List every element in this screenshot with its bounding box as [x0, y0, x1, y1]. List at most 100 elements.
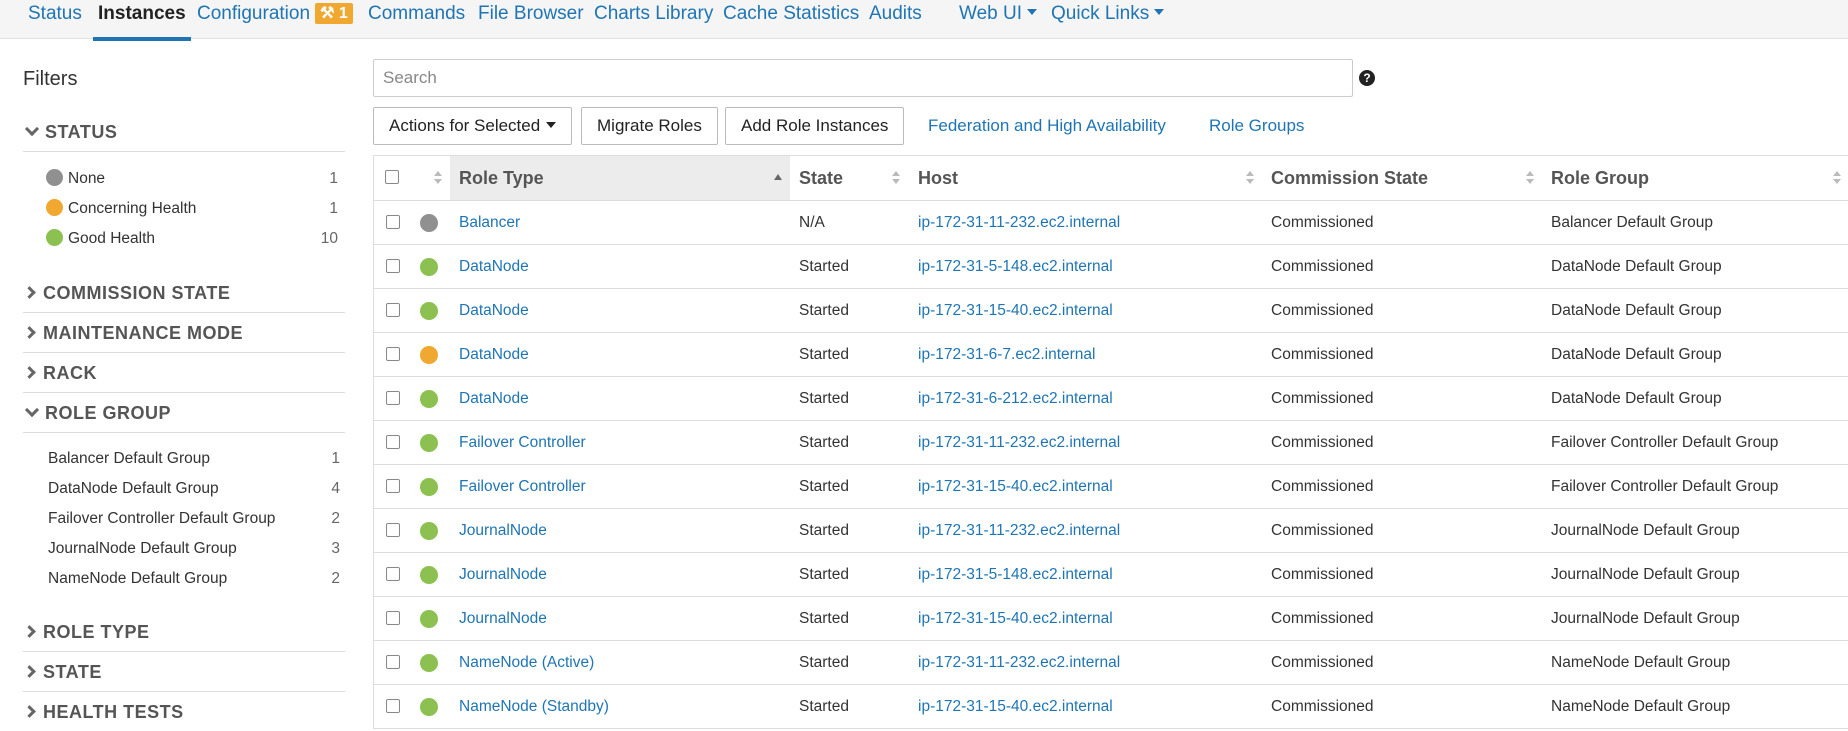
column-header-commission-state[interactable]: Commission State: [1262, 156, 1542, 200]
sort-icon: [434, 171, 442, 185]
chevron-right-icon: [23, 366, 36, 379]
role-type-link[interactable]: JournalNode: [450, 553, 547, 596]
sort-icon: [1246, 171, 1254, 185]
role-type-link[interactable]: Balancer: [450, 201, 520, 244]
filter-section-role-type[interactable]: ROLE TYPE: [23, 622, 345, 652]
chevron-right-icon: [23, 286, 36, 299]
tab-instances[interactable]: Instances: [93, 2, 191, 41]
select-all-checkbox[interactable]: [385, 170, 399, 184]
role-type-link[interactable]: NameNode (Standby): [450, 685, 609, 728]
row-checkbox[interactable]: [386, 611, 400, 625]
role-type-link[interactable]: NameNode (Active): [450, 641, 594, 684]
role-type-link[interactable]: DataNode: [450, 245, 529, 288]
column-header-role-type[interactable]: Role Type: [450, 156, 790, 200]
host-link[interactable]: ip-172-31-11-232.ec2.internal: [909, 641, 1120, 684]
role-type-link[interactable]: Failover Controller: [450, 421, 586, 464]
federation-high-availability-link[interactable]: Federation and High Availability: [928, 107, 1166, 145]
filter-section-health-tests[interactable]: HEALTH TESTS: [23, 702, 345, 731]
tab-charts-library[interactable]: Charts Library: [594, 2, 713, 41]
migrate-roles-button[interactable]: Migrate Roles: [581, 107, 718, 145]
commission-state-cell: Commissioned: [1271, 478, 1374, 495]
add-role-instances-button[interactable]: Add Role Instances: [725, 107, 905, 145]
tab-quick-links[interactable]: Quick Links: [1051, 2, 1165, 41]
host-link[interactable]: ip-172-31-11-232.ec2.internal: [909, 509, 1120, 552]
filter-item-status-good[interactable]: Good Health 10: [46, 228, 338, 250]
role-type-link[interactable]: JournalNode: [450, 597, 547, 640]
column-header-host[interactable]: Host: [909, 156, 1262, 200]
commission-state-cell: Commissioned: [1271, 434, 1374, 451]
row-checkbox[interactable]: [386, 215, 400, 229]
configuration-issues-badge: ⚒ 1: [315, 3, 353, 24]
host-link[interactable]: ip-172-31-6-7.ec2.internal: [909, 333, 1096, 376]
row-checkbox[interactable]: [386, 567, 400, 581]
host-link[interactable]: ip-172-31-15-40.ec2.internal: [909, 685, 1113, 728]
host-link[interactable]: ip-172-31-15-40.ec2.internal: [909, 289, 1113, 332]
row-checkbox[interactable]: [386, 655, 400, 669]
host-link[interactable]: ip-172-31-15-40.ec2.internal: [909, 597, 1113, 640]
host-link[interactable]: ip-172-31-15-40.ec2.internal: [909, 465, 1113, 508]
tab-file-browser[interactable]: File Browser: [478, 2, 584, 41]
filter-item-status-concerning[interactable]: Concerning Health 1: [46, 198, 338, 220]
role-type-link[interactable]: DataNode: [450, 377, 529, 420]
column-header-role-group[interactable]: Role Group: [1542, 156, 1848, 200]
search-input[interactable]: [373, 59, 1353, 97]
filter-section-state[interactable]: STATE: [23, 662, 345, 692]
commission-state-cell: Commissioned: [1271, 654, 1374, 671]
role-group-cell: NameNode Default Group: [1551, 698, 1731, 715]
health-status-icon: [420, 698, 438, 716]
row-checkbox[interactable]: [386, 347, 400, 361]
state-cell: Started: [799, 434, 849, 451]
column-header-label: Role Group: [1551, 168, 1649, 188]
tab-status[interactable]: Status: [28, 2, 82, 41]
chevron-right-icon: [23, 705, 36, 718]
filter-item-label: Failover Controller Default Group: [48, 510, 276, 527]
tab-commands[interactable]: Commands: [368, 2, 465, 41]
role-type-link[interactable]: Failover Controller: [450, 465, 586, 508]
row-checkbox[interactable]: [386, 435, 400, 449]
row-checkbox[interactable]: [386, 479, 400, 493]
filter-item-label: NameNode Default Group: [48, 570, 228, 587]
actions-for-selected-button[interactable]: Actions for Selected: [373, 107, 573, 145]
host-link[interactable]: ip-172-31-5-148.ec2.internal: [909, 245, 1113, 288]
table-row: DataNode Started ip-172-31-6-212.ec2.int…: [374, 377, 1848, 421]
tab-cache-statistics[interactable]: Cache Statistics: [723, 2, 859, 41]
status-column-header[interactable]: [414, 156, 450, 200]
tab-audits[interactable]: Audits: [869, 2, 922, 41]
row-checkbox[interactable]: [386, 699, 400, 713]
health-status-icon: [420, 214, 438, 232]
row-checkbox[interactable]: [386, 303, 400, 317]
host-link[interactable]: ip-172-31-5-148.ec2.internal: [909, 553, 1113, 596]
filter-item-role-group[interactable]: JournalNode Default Group 3: [48, 538, 340, 560]
filter-section-status[interactable]: STATUS: [23, 121, 345, 152]
tab-configuration[interactable]: Configuration ⚒ 1: [197, 2, 353, 41]
filter-section-maintenance-mode[interactable]: MAINTENANCE MODE: [23, 323, 345, 353]
host-link[interactable]: ip-172-31-11-232.ec2.internal: [909, 421, 1120, 464]
filter-item-role-group[interactable]: NameNode Default Group 2: [48, 568, 340, 590]
host-link[interactable]: ip-172-31-11-232.ec2.internal: [909, 201, 1120, 244]
row-checkbox[interactable]: [386, 391, 400, 405]
row-checkbox[interactable]: [386, 259, 400, 273]
table-row: Failover Controller Started ip-172-31-15…: [374, 465, 1848, 509]
role-groups-link[interactable]: Role Groups: [1209, 107, 1304, 145]
row-checkbox[interactable]: [386, 523, 400, 537]
column-header-state[interactable]: State: [790, 156, 908, 200]
role-type-link[interactable]: JournalNode: [450, 509, 547, 552]
chevron-right-icon: [23, 326, 36, 339]
filter-section-commission-state[interactable]: COMMISSION STATE: [23, 283, 345, 313]
column-header-label: Role Type: [459, 168, 544, 188]
filter-section-label: ROLE GROUP: [45, 403, 172, 423]
table-header-row: Role Type State Host Commission State Ro…: [374, 156, 1848, 201]
help-icon[interactable]: ?: [1359, 70, 1375, 86]
filter-item-role-group[interactable]: Failover Controller Default Group 2: [48, 508, 340, 530]
filter-section-role-group[interactable]: ROLE GROUP: [23, 402, 345, 433]
filter-item-status-none[interactable]: None 1: [46, 168, 338, 190]
health-status-icon: [420, 566, 438, 584]
filter-item-role-group[interactable]: Balancer Default Group 1: [48, 448, 340, 470]
actions-for-selected-label: Actions for Selected: [389, 116, 541, 135]
tab-web-ui[interactable]: Web UI: [959, 2, 1038, 41]
filter-item-role-group[interactable]: DataNode Default Group 4: [48, 478, 340, 500]
role-type-link[interactable]: DataNode: [450, 333, 529, 376]
host-link[interactable]: ip-172-31-6-212.ec2.internal: [909, 377, 1113, 420]
filter-section-rack[interactable]: RACK: [23, 363, 345, 393]
role-type-link[interactable]: DataNode: [450, 289, 529, 332]
